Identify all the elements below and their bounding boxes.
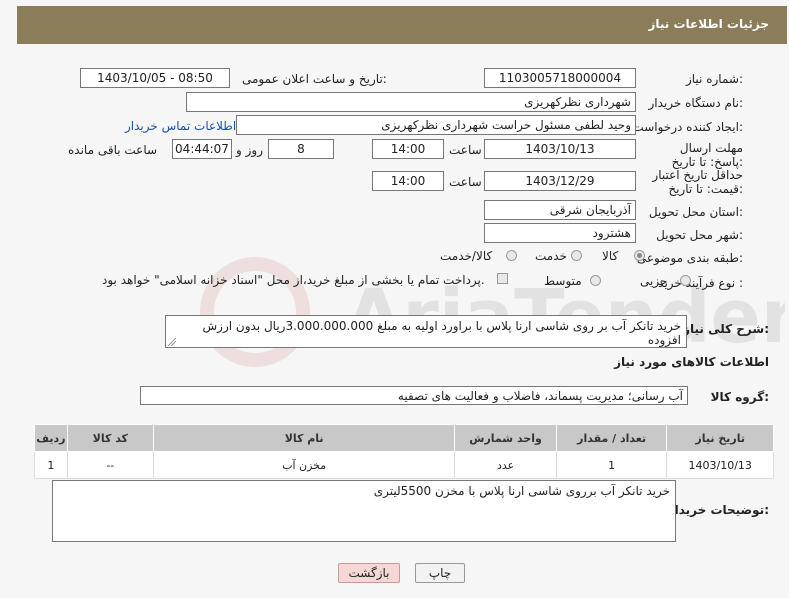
remaining-time-label: ساعت باقی مانده	[68, 143, 158, 157]
purchase-option-minor: جزیی	[640, 274, 668, 288]
purchase-option-medium: متوسط	[544, 274, 582, 288]
col-item-code: کد کالا	[66, 424, 154, 452]
category-label: طبقه بندی موضوعی:	[636, 251, 743, 265]
requester-field[interactable]: وحید لطفی مسئول حراست شهرداری نظرکهریزی	[236, 115, 636, 135]
cell-item-name: مخزن آب	[152, 451, 456, 479]
treasury-payment-checkbox[interactable]	[497, 273, 508, 284]
buyer-notes-textarea[interactable]: خرید تانکر آب برروی شاسی ارنا پلاس با مخ…	[52, 480, 676, 542]
goods-group-field[interactable]: آب رسانی؛ مدیریت پسماند، فاضلاب و فعالیت…	[140, 386, 688, 405]
remaining-time-field[interactable]: 04:44:07	[172, 139, 232, 159]
category-option-goods-service: کالا/خدمت	[440, 249, 493, 263]
treasury-payment-note: پرداخت تمام یا بخشی از مبلغ خرید،از محل …	[102, 273, 485, 287]
category-option-goods: کالا	[602, 249, 619, 263]
table-row[interactable]: 1 -- مخزن آب عدد 1 1403/10/13	[34, 451, 774, 479]
reply-deadline-days[interactable]: 8	[268, 139, 334, 159]
cell-row-number: 1	[34, 451, 68, 479]
goods-table: ردیف کد کالا نام کالا واحد شمارش تعداد /…	[34, 424, 774, 479]
summary-textarea[interactable]: خرید تانکر آب بر روی شاسی ارنا پلاس با ب…	[165, 315, 687, 348]
purchase-radio-medium[interactable]	[590, 275, 601, 286]
announce-datetime-label: تاریخ و ساعت اعلان عمومی:	[242, 72, 387, 86]
city-field[interactable]: هشترود	[484, 223, 636, 243]
col-unit: واحد شمارش	[454, 424, 557, 452]
category-radio-goods-service[interactable]	[506, 250, 517, 261]
page-header: جزئیات اطلاعات نیاز	[17, 6, 787, 44]
buyer-notes-text: خرید تانکر آب برروی شاسی ارنا پلاس با مخ…	[373, 484, 670, 498]
col-item-name: نام کالا	[152, 424, 456, 452]
price-validity-date[interactable]: 1403/12/29	[484, 171, 636, 191]
cell-unit: عدد	[454, 451, 557, 479]
cell-item-code: --	[66, 451, 154, 479]
purchase-radio-minor[interactable]	[680, 275, 691, 286]
reply-deadline-time-label: ساعت	[449, 143, 482, 157]
buyer-org-label: نام دستگاه خریدار:	[648, 96, 744, 110]
requester-label: ایجاد کننده درخواست:	[632, 120, 743, 134]
category-option-service: خدمت	[535, 249, 567, 263]
reply-deadline-date[interactable]: 1403/10/13	[484, 139, 636, 159]
announce-datetime-field[interactable]: 1403/10/05 - 08:50	[80, 68, 230, 88]
table-header-row: ردیف کد کالا نام کالا واحد شمارش تعداد /…	[34, 424, 774, 452]
price-validity-time-label: ساعت	[449, 175, 482, 189]
category-radio-service[interactable]	[571, 250, 582, 261]
purchase-type-label: نوع فرآیند خرید :	[658, 276, 743, 290]
cell-quantity: 1	[555, 451, 668, 479]
col-quantity: تعداد / مقدار	[555, 424, 668, 452]
days-label: روز و	[236, 143, 263, 157]
reply-deadline-label: مهلت ارسال پاسخ: تا تاریخ:	[671, 141, 743, 169]
province-label: استان محل تحویل:	[648, 205, 743, 219]
resize-grip-icon[interactable]	[168, 338, 176, 346]
buyer-org-field[interactable]: شهرداری نظرکهریزی	[186, 92, 636, 112]
col-need-date: تاریخ نیاز	[666, 424, 774, 452]
category-radio-goods[interactable]	[634, 250, 645, 261]
price-validity-time[interactable]: 14:00	[372, 171, 444, 191]
page-title: جزئیات اطلاعات نیاز	[648, 17, 769, 31]
summary-label: شرح کلی نیاز:	[683, 322, 769, 336]
price-validity-label: حداقل تاریخ اعتبار قیمت: تا تاریخ:	[652, 168, 743, 196]
buyer-notes-label: توضیحات خریدار:	[667, 503, 769, 517]
reply-deadline-time[interactable]: 14:00	[372, 139, 444, 159]
city-label: شهر محل تحویل:	[656, 228, 743, 242]
col-row-number: ردیف	[34, 424, 68, 452]
need-number-field[interactable]: 1103005718000004	[484, 68, 636, 88]
province-field[interactable]: آذربایجان شرقی	[484, 200, 636, 220]
back-button[interactable]: بازگشت	[338, 563, 400, 583]
need-number-label: شماره نیاز:	[685, 72, 743, 86]
goods-group-label: گروه کالا:	[710, 390, 769, 404]
goods-section-title: اطلاعات کالاهای مورد نیاز	[614, 355, 769, 369]
summary-text: خرید تانکر آب بر روی شاسی ارنا پلاس با ب…	[202, 319, 681, 347]
cell-need-date: 1403/10/13	[666, 451, 774, 479]
print-button[interactable]: چاپ	[415, 563, 465, 583]
buyer-contact-link[interactable]: اطلاعات تماس خریدار	[125, 119, 236, 133]
